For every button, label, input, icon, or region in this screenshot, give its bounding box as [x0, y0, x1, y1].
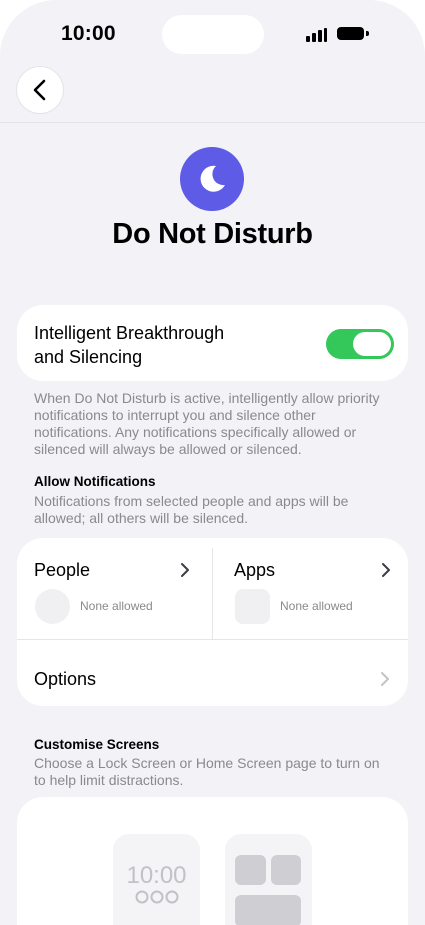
status-time: 10:00 [61, 22, 116, 45]
app-tile [271, 855, 301, 885]
customise-screens-description: Choose a Lock Screen or Home Screen page… [34, 755, 380, 788]
customise-screens-heading: Customise Screens [34, 737, 160, 752]
page-title: Do Not Disturb [112, 218, 313, 250]
people-label: People [34, 560, 91, 580]
apps-status: None allowed [280, 599, 353, 613]
back-chevron-icon [33, 79, 46, 101]
chevron-right-icon [181, 563, 189, 577]
back-button[interactable] [16, 66, 64, 114]
breakthrough-description: When Do Not Disturb is active, intellige… [34, 390, 380, 457]
breakthrough-toggle[interactable] [326, 329, 394, 359]
allow-notifications-heading: Allow Notifications [34, 474, 156, 489]
toggle-knob [353, 332, 391, 356]
app-tile [235, 855, 266, 885]
moon-icon [200, 165, 225, 192]
phone-screen: 10:00 Do Not Disturb Intelligent Breakth… [0, 0, 425, 925]
widget-tile [235, 895, 301, 925]
apps-icon-placeholder [235, 589, 270, 624]
dynamic-island [162, 15, 264, 54]
people-tile[interactable] [17, 538, 212, 639]
breakthrough-label: Intelligent Breakthrough and Silencing [34, 323, 225, 367]
chevron-right-icon [382, 563, 390, 577]
people-status: None allowed [80, 599, 153, 613]
home-screen-preview[interactable] [225, 834, 312, 925]
screens-card [17, 797, 408, 925]
chevron-right-icon [381, 672, 389, 686]
options-label: Options [34, 669, 97, 689]
widgets-icon [135, 890, 179, 904]
lock-screen-time: 10:00 [126, 862, 187, 889]
people-avatar-placeholder [35, 589, 70, 624]
apps-label: Apps [234, 560, 276, 580]
battery-icon [337, 27, 364, 40]
nav-divider [0, 122, 425, 123]
signal-icon [306, 28, 328, 42]
focus-icon [180, 147, 244, 211]
lock-screen-preview[interactable]: 10:00 [113, 834, 200, 925]
battery-tip [366, 31, 369, 36]
allow-notifications-description: Notifications from selected people and a… [34, 493, 349, 526]
